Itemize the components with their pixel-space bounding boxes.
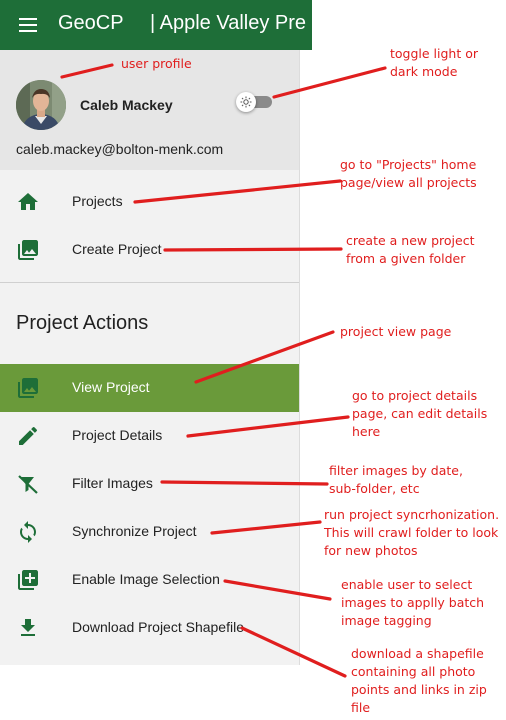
note-synchronize: run project syncrhonization. This will c…	[324, 507, 500, 558]
action-project-details[interactable]: Project Details	[0, 412, 299, 460]
divider	[0, 282, 299, 283]
download-icon	[21, 619, 35, 636]
note-download-shapefile: download a shapefile containing all phot…	[351, 646, 487, 715]
pencil-icon	[19, 426, 38, 445]
action-label: View Project	[72, 379, 150, 395]
action-enable-image-selection[interactable]: Enable Image Selection	[0, 556, 299, 604]
theme-toggle[interactable]	[236, 92, 272, 112]
user-name: Caleb Mackey	[80, 97, 173, 113]
action-label: Download Project Shapefile	[72, 619, 244, 635]
section-header-project-actions: Project Actions	[16, 312, 149, 334]
user-email: caleb.mackey@bolton-menk.com	[16, 141, 224, 157]
photo-library-icon	[18, 378, 38, 398]
note-filter-images: filter images by date, sub-folder, etc	[329, 463, 463, 496]
app-bar: GeoCP | Apple Valley Pre	[0, 0, 312, 50]
avatar[interactable]	[16, 80, 66, 130]
action-synchronize-project[interactable]: Synchronize Project	[0, 508, 299, 556]
app-name[interactable]: GeoCP	[58, 12, 124, 35]
note-user-profile: user profile	[121, 56, 192, 71]
action-view-project[interactable]: View Project	[0, 364, 299, 412]
nav-item-label: Create Project	[72, 241, 162, 257]
nav-item-create-project[interactable]: Create Project	[0, 226, 299, 274]
action-label: Filter Images	[72, 475, 153, 491]
action-label: Enable Image Selection	[72, 571, 220, 587]
nav-item-projects[interactable]: Projects	[0, 178, 299, 226]
navigation-drawer: Caleb Mackey caleb.mackey@bolton-menk.co…	[0, 50, 300, 665]
filter-off-icon	[18, 475, 38, 494]
note-projects: go to "Projects" home page/view all proj…	[340, 157, 477, 190]
action-download-shapefile[interactable]: Download Project Shapefile	[0, 604, 299, 652]
toggle-thumb	[236, 92, 256, 112]
note-view-project: project view page	[340, 324, 452, 339]
action-filter-images[interactable]: Filter Images	[0, 460, 299, 508]
library-add-icon	[18, 570, 38, 590]
project-title: | Apple Valley Pre	[150, 12, 307, 34]
note-project-details: go to project details page, can edit det…	[352, 388, 488, 439]
home-icon	[18, 193, 38, 210]
note-create-project: create a new project from a given folder	[346, 233, 475, 266]
sync-icon	[20, 521, 36, 543]
sun-icon	[240, 96, 252, 108]
action-label: Synchronize Project	[72, 523, 197, 539]
nav-item-label: Projects	[72, 193, 123, 209]
photo-library-icon	[18, 240, 38, 260]
menu-icon[interactable]	[16, 14, 40, 36]
action-label: Project Details	[72, 427, 163, 443]
note-enable-selection: enable user to select images to applly b…	[341, 577, 485, 628]
note-toggle-mode: toggle light or dark mode	[390, 46, 479, 79]
